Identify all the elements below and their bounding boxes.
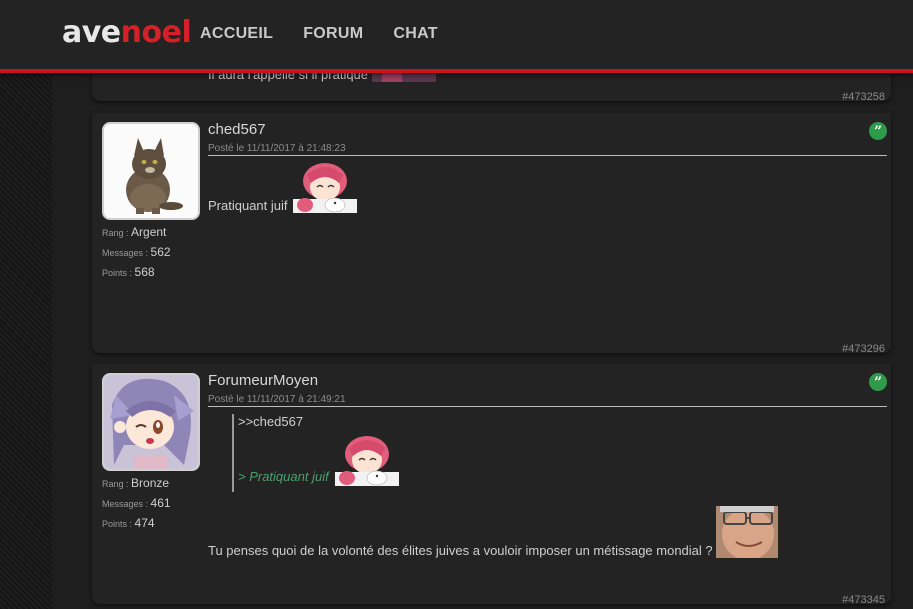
side-texture — [0, 0, 52, 609]
user-stats: Rang : Bronze Messages : 461 Points : 47… — [102, 474, 171, 534]
post-message: Pratiquant juif — [208, 161, 359, 213]
messages-value: 461 — [150, 496, 171, 510]
anime-sticker-image — [333, 434, 401, 486]
messages-label: Messages : — [102, 499, 151, 509]
points-value: 568 — [134, 265, 155, 279]
forum-post: Rang : Argent Messages : 562 Points : 56… — [92, 113, 891, 355]
main-nav: ACCUEIL FORUM CHAT — [200, 25, 438, 43]
logo-text-noel: noel — [120, 15, 192, 50]
anime-sticker-image — [291, 161, 359, 213]
points-label: Points : — [102, 268, 135, 278]
user-avatar[interactable] — [102, 373, 200, 471]
nav-chat[interactable]: CHAT — [393, 25, 437, 43]
post-id[interactable]: #473258 — [842, 91, 885, 103]
post-id[interactable]: #473345 — [842, 594, 885, 606]
quote-body: > Pratiquant juif — [238, 434, 401, 486]
quote-text: > Pratiquant juif — [238, 469, 329, 484]
top-navbar: avenoel ACCUEIL FORUM CHAT — [0, 0, 913, 73]
quote-icon[interactable]: ” — [869, 122, 887, 140]
old-man-sticker-image — [716, 506, 779, 560]
anime-avatar-image — [104, 375, 198, 469]
forum-post: Rang : Bronze Messages : 461 Points : 47… — [92, 364, 891, 606]
post-message: Tu penses quoi de la volonté des élites … — [208, 506, 779, 560]
rank-value: Bronze — [131, 476, 170, 490]
post-username[interactable]: ForumeurMoyen — [208, 372, 318, 389]
rank-value: Argent — [131, 225, 167, 239]
user-avatar[interactable] — [102, 122, 200, 220]
site-logo[interactable]: avenoel — [62, 15, 192, 50]
post-username[interactable]: ched567 — [208, 121, 266, 138]
user-stats: Rang : Argent Messages : 562 Points : 56… — [102, 223, 171, 283]
points-value: 474 — [134, 516, 155, 530]
quote-author[interactable]: >>ched567 — [238, 414, 401, 429]
post-date: Posté le 11/11/2017 à 21:49:21 — [208, 394, 887, 407]
cat-avatar-image — [104, 124, 198, 218]
rank-label: Rang : — [102, 479, 132, 489]
post-message-text: Pratiquant juif — [208, 198, 288, 213]
messages-value: 562 — [150, 245, 171, 259]
logo-text-ave: ave — [62, 15, 121, 50]
points-label: Points : — [102, 519, 135, 529]
post-id[interactable]: #473296 — [842, 343, 885, 355]
quoted-message: >>ched567 > Pratiquant juif — [232, 414, 401, 492]
post-message-text: Tu penses quoi de la volonté des élites … — [208, 543, 713, 558]
nav-accueil[interactable]: ACCUEIL — [200, 25, 273, 43]
nav-forum[interactable]: FORUM — [303, 25, 363, 43]
post-date: Posté le 11/11/2017 à 21:48:23 — [208, 143, 887, 156]
rank-label: Rang : — [102, 228, 132, 238]
messages-label: Messages : — [102, 248, 151, 258]
quote-icon[interactable]: ” — [869, 373, 887, 391]
